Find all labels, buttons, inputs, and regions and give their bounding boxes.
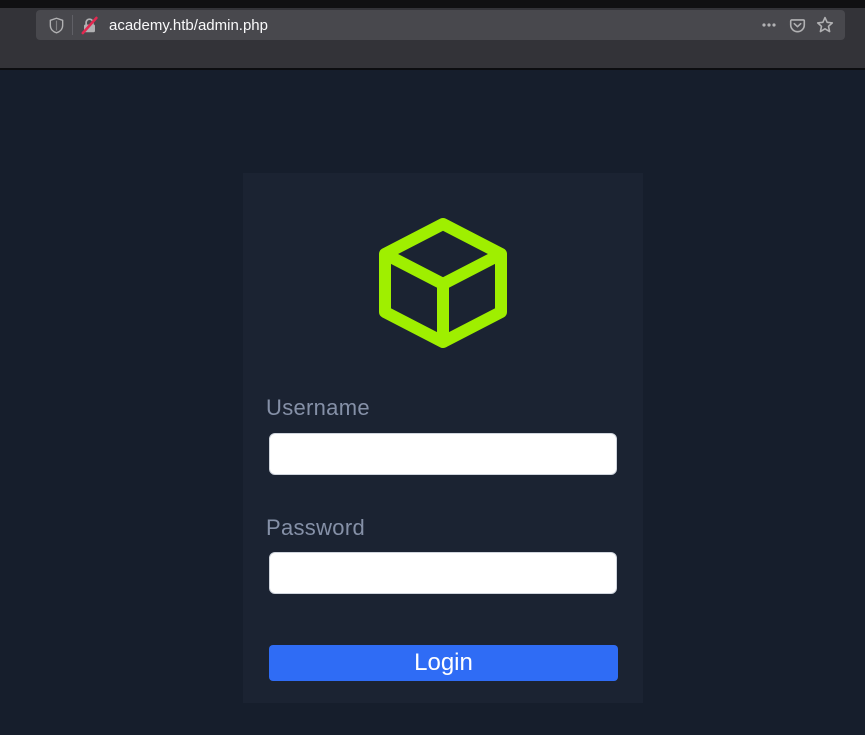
password-input[interactable] — [269, 552, 617, 594]
username-label: Username — [266, 395, 370, 421]
login-button[interactable]: Login — [269, 645, 618, 681]
window-titlebar — [0, 0, 865, 8]
url-text[interactable]: academy.htb/admin.php — [109, 17, 268, 34]
login-card: Username Password Login — [243, 173, 643, 703]
insecure-lock-icon[interactable] — [77, 13, 101, 37]
pocket-icon[interactable] — [785, 13, 809, 37]
page-actions-dots-icon[interactable] — [757, 13, 781, 37]
browser-toolbar: academy.htb/admin.php — [0, 8, 865, 70]
urlbar-separator — [72, 15, 73, 35]
htb-cube-logo-icon — [378, 216, 508, 348]
address-bar[interactable]: academy.htb/admin.php — [36, 10, 845, 40]
username-input[interactable] — [269, 433, 617, 475]
bookmark-star-icon[interactable] — [813, 13, 837, 37]
tracking-protection-shield-icon[interactable] — [44, 13, 68, 37]
page-content: Username Password Login — [0, 70, 865, 733]
password-label: Password — [266, 515, 365, 541]
